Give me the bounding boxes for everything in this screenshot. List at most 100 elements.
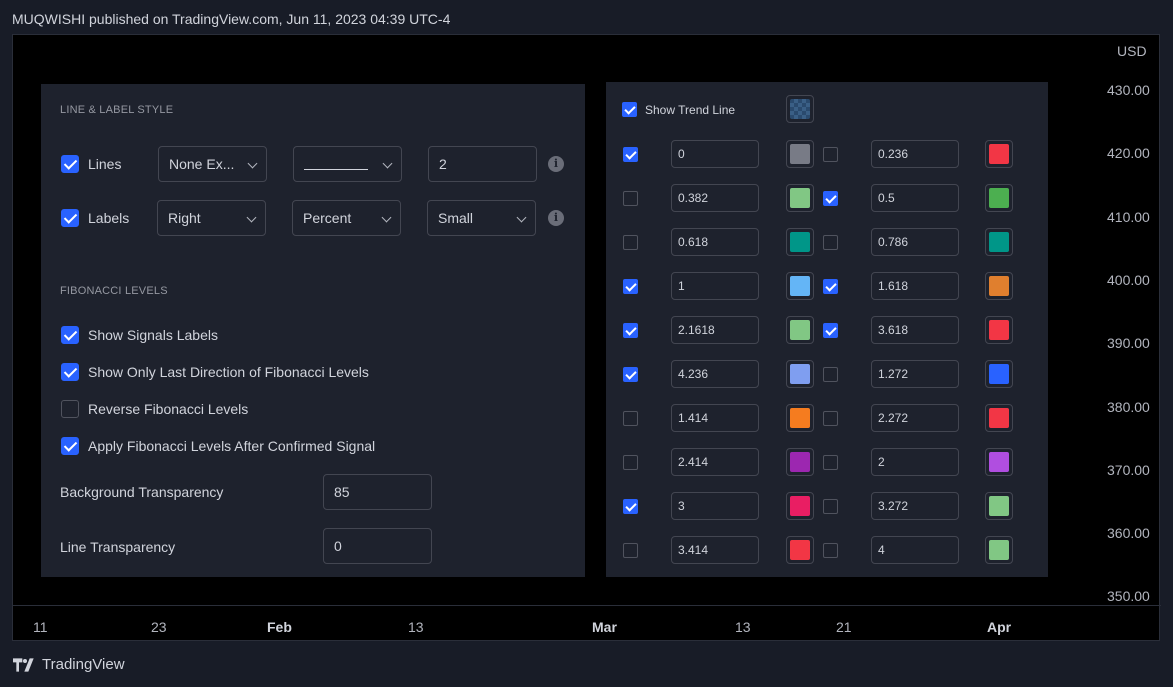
level-checkbox[interactable] [623,411,638,426]
level-value-input[interactable]: 3.414 [671,536,759,564]
level-value-input[interactable]: 0.786 [871,228,959,256]
fib-option-checkbox[interactable] [61,437,79,455]
level-color-swatch[interactable] [786,140,814,168]
level-color [790,540,810,560]
level-value-input[interactable]: 0.382 [671,184,759,212]
level-color-swatch[interactable] [985,404,1013,432]
level-value-input[interactable]: 3 [671,492,759,520]
level-checkbox[interactable] [823,455,838,470]
level-color-swatch[interactable] [786,184,814,212]
level-value-input[interactable]: 1.272 [871,360,959,388]
level-value-input[interactable]: 0.5 [871,184,959,212]
line-transparency-input[interactable]: 0 [323,528,432,564]
level-checkbox[interactable] [623,543,638,558]
level-value-input[interactable]: 4 [871,536,959,564]
time-label: Apr [987,619,1012,635]
label-position-select[interactable]: Right [157,200,266,236]
level-value-input[interactable]: 1.414 [671,404,759,432]
level-value-input[interactable]: 1 [671,272,759,300]
line-width-input[interactable]: 2 [428,146,537,182]
background-transparency-input[interactable]: 85 [323,474,432,510]
publish-header: MUQWISHI published on TradingView.com, J… [12,11,451,27]
time-label: 23 [151,619,167,635]
level-color-swatch[interactable] [985,448,1013,476]
level-color-swatch[interactable] [786,272,814,300]
level-color-swatch[interactable] [786,536,814,564]
level-color-swatch[interactable] [985,228,1013,256]
level-color-swatch[interactable] [786,360,814,388]
level-color-swatch[interactable] [985,272,1013,300]
level-checkbox[interactable] [823,279,838,294]
level-value-input[interactable]: 2.414 [671,448,759,476]
level-color-swatch[interactable] [786,492,814,520]
level-checkbox[interactable] [623,323,638,338]
level-value-input[interactable]: 0 [671,140,759,168]
level-checkbox[interactable] [823,147,838,162]
level-color [790,408,810,428]
tradingview-logo-icon [13,657,34,672]
level-checkbox[interactable] [623,455,638,470]
footer-brand[interactable]: TradingView [13,656,125,673]
level-checkbox[interactable] [623,235,638,250]
level-value-input[interactable]: 0.236 [871,140,959,168]
level-value-input[interactable]: 2 [871,448,959,476]
level-color-swatch[interactable] [985,316,1013,344]
level-color-swatch[interactable] [985,184,1013,212]
lines-extend-select[interactable]: None Ex... [158,146,267,182]
labels-checkbox[interactable] [61,209,79,227]
level-checkbox[interactable] [823,235,838,250]
level-color-swatch[interactable] [786,448,814,476]
level-color [790,232,810,252]
level-checkbox[interactable] [623,367,638,382]
level-color [790,452,810,472]
price-axis[interactable]: USD 430.00 420.00 410.00 400.00 390.00 380.00… [1101,35,1161,605]
fibonacci-levels-title: FIBONACCI LEVELS [60,285,168,297]
trend-line-color [790,99,810,119]
level-checkbox[interactable] [623,499,638,514]
price-label: 390.00 [1107,335,1150,352]
level-checkbox[interactable] [623,279,638,294]
level-checkbox[interactable] [823,367,838,382]
level-color-swatch[interactable] [985,360,1013,388]
level-color [790,144,810,164]
level-checkbox[interactable] [623,191,638,206]
level-color-swatch[interactable] [985,492,1013,520]
lines-checkbox[interactable] [61,155,79,173]
info-icon[interactable]: i [548,210,564,226]
lines-extend-value: None Ex... [169,156,235,172]
level-color-swatch[interactable] [985,140,1013,168]
price-label: 420.00 [1107,145,1150,162]
level-value-input[interactable]: 2.272 [871,404,959,432]
level-value-input[interactable]: 4.236 [671,360,759,388]
fib-option-checkbox[interactable] [61,400,79,418]
level-checkbox[interactable] [823,543,838,558]
level-color-swatch[interactable] [985,536,1013,564]
label-size-select[interactable]: Small [427,200,536,236]
level-value-input[interactable]: 3.272 [871,492,959,520]
level-value-input[interactable]: 3.618 [871,316,959,344]
level-color [790,320,810,340]
time-axis[interactable]: 11 23 Feb 13 Mar 13 21 Apr [13,605,1161,641]
level-value-input[interactable]: 2.1618 [671,316,759,344]
fibonacci-levels-panel: Show Trend Line 0 0.236 0.382 0.5 0.618 0.786… [606,82,1048,577]
level-checkbox[interactable] [823,499,838,514]
fib-option-checkbox[interactable] [61,363,79,381]
show-trend-line-checkbox[interactable] [622,102,637,117]
label-format-select[interactable]: Percent [292,200,401,236]
trend-line-color-swatch[interactable] [786,95,814,123]
level-checkbox[interactable] [823,323,838,338]
chevron-down-icon [516,212,527,223]
level-checkbox[interactable] [823,191,838,206]
level-value-input[interactable]: 1.618 [871,272,959,300]
level-value-input[interactable]: 0.618 [671,228,759,256]
time-label: 21 [836,619,852,635]
level-checkbox[interactable] [823,411,838,426]
level-color-swatch[interactable] [786,316,814,344]
fib-option-checkbox[interactable] [61,326,79,344]
level-color-swatch[interactable] [786,404,814,432]
level-color-swatch[interactable] [786,228,814,256]
level-checkbox[interactable] [623,147,638,162]
level-color [989,320,1009,340]
info-icon[interactable]: i [548,156,564,172]
line-style-select[interactable] [293,146,402,182]
